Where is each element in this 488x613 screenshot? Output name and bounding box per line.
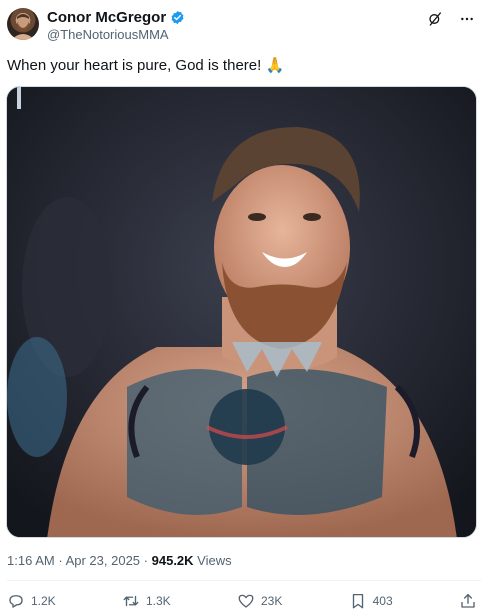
avatar[interactable]	[7, 8, 39, 40]
like-count: 23K	[260, 594, 283, 608]
share-button[interactable]	[459, 592, 477, 610]
share-icon	[461, 593, 475, 608]
verified-badge-icon	[170, 10, 185, 25]
author-handle[interactable]: @TheNotoriousMMA	[47, 27, 169, 43]
divider	[7, 580, 481, 581]
tweet-actions-bar: 1.2K 1.3K 23K 403	[7, 592, 477, 610]
tweet-date[interactable]: Apr 23, 2025	[66, 553, 140, 568]
reply-count: 1.2K	[31, 594, 56, 608]
bookmark-button[interactable]: 403	[349, 592, 393, 610]
like-button[interactable]: 23K	[237, 592, 282, 610]
timestamp-separator: ·	[143, 553, 148, 568]
tweet-timestamp-row: 1:16 AM · Apr 23, 2025 · 945.2K Views	[7, 553, 232, 569]
views-label: Views	[197, 553, 232, 568]
more-options-icon[interactable]	[458, 10, 476, 28]
repost-count: 1.3K	[145, 594, 171, 608]
reply-button[interactable]: 1.2K	[7, 592, 56, 610]
tweet-text: When your heart is pure, God is there! 🙏	[7, 57, 285, 74]
tweet-card: Conor McGregor @TheNotoriousMMA When you…	[0, 0, 488, 613]
bookmark-icon	[352, 593, 363, 609]
repost-icon	[123, 595, 139, 607]
author-name-row: Conor McGregor	[47, 8, 185, 27]
reply-icon	[9, 595, 23, 608]
bookmark-count: 403	[372, 594, 393, 608]
author-name[interactable]: Conor McGregor	[47, 8, 166, 27]
views-count[interactable]: 945.2K	[152, 553, 194, 568]
tweet-image[interactable]	[6, 86, 477, 538]
repost-button[interactable]: 1.3K	[122, 592, 171, 610]
timestamp-separator: ·	[58, 553, 63, 568]
portrait-photo	[7, 87, 476, 537]
tweet-time[interactable]: 1:16 AM	[7, 553, 55, 568]
grok-icon[interactable]	[426, 10, 444, 28]
avatar-photo	[11, 14, 35, 40]
heart-icon	[238, 594, 254, 608]
top-actions	[426, 10, 476, 28]
